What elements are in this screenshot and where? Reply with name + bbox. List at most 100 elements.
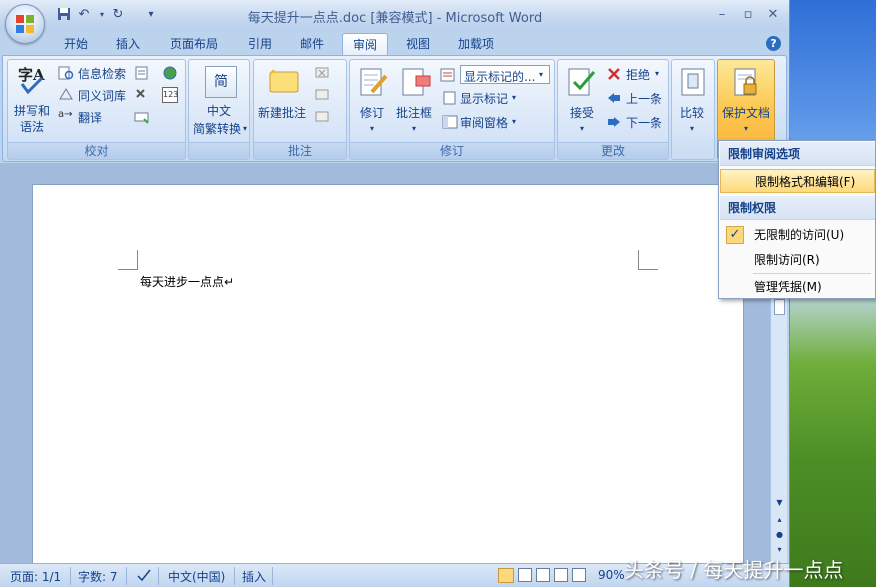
spelling-grammar-icon: 字A bbox=[16, 64, 48, 96]
previous-comment-icon[interactable] bbox=[314, 87, 330, 103]
chinese-dropdown-icon[interactable]: ▾ bbox=[243, 124, 247, 133]
tab-references[interactable]: 引用 bbox=[238, 33, 282, 55]
checkmark-icon: ✓ bbox=[726, 226, 744, 244]
new-comment-button[interactable]: 新建批注 bbox=[258, 104, 306, 121]
group-label-changes: 更改 bbox=[558, 142, 668, 159]
group-label-comments: 批注 bbox=[254, 142, 346, 159]
status-page[interactable]: 页面: 1/1 bbox=[10, 568, 61, 585]
group-label-chinese bbox=[189, 142, 249, 159]
accept-icon bbox=[566, 66, 598, 98]
status-insert-mode[interactable]: 插入 bbox=[242, 568, 266, 585]
svg-text:字A: 字A bbox=[18, 66, 45, 84]
minimize-button[interactable]: – bbox=[712, 6, 732, 24]
protect-document-label: 保护文档 bbox=[722, 106, 771, 120]
display-for-review-value: 显示标记的... bbox=[464, 70, 536, 84]
scrollbar-thumb[interactable] bbox=[774, 299, 785, 315]
previous-change-button[interactable]: 上一条 bbox=[626, 90, 662, 107]
accept-button[interactable]: 接受 bbox=[570, 104, 594, 121]
compare-dropdown-icon[interactable]: ▾ bbox=[690, 124, 694, 133]
status-words[interactable]: 字数: 7 bbox=[78, 568, 118, 585]
group-chinese-conversion: 简 中文 简繁转换 ▾ bbox=[188, 59, 250, 160]
menu-item-manage-credentials[interactable]: 管理凭据(M) bbox=[720, 275, 875, 299]
full-screen-reading-icon[interactable] bbox=[518, 568, 532, 582]
show-markup-icon bbox=[442, 90, 458, 106]
set-language-icon[interactable] bbox=[134, 65, 150, 81]
reject-button[interactable]: 拒绝 bbox=[626, 66, 650, 83]
translate-icon: a→ bbox=[58, 109, 73, 120]
track-changes-dropdown-icon[interactable]: ▾ bbox=[370, 124, 374, 133]
translate-button[interactable]: 翻译 bbox=[78, 109, 102, 126]
proofing-status-icon[interactable] bbox=[136, 568, 152, 585]
previous-page-icon[interactable]: ▴ bbox=[774, 515, 785, 527]
tab-home[interactable]: 开始 bbox=[54, 33, 98, 55]
translation-tip-icon[interactable] bbox=[134, 87, 150, 103]
margin-mark-left bbox=[118, 250, 138, 270]
track-changes-icon bbox=[358, 66, 390, 98]
group-proofing: 字A 拼写和 语法 信息检索 同义词库 a→ 翻译 123 校对 bbox=[7, 59, 186, 160]
accept-dropdown-icon[interactable]: ▾ bbox=[580, 124, 584, 133]
tab-view[interactable]: 视图 bbox=[396, 33, 440, 55]
tab-review[interactable]: 审阅 bbox=[342, 33, 388, 55]
track-changes-button[interactable]: 修订 bbox=[360, 104, 384, 121]
balloons-button[interactable]: 批注框 bbox=[396, 104, 432, 121]
group-label-proofing: 校对 bbox=[8, 142, 185, 159]
menu-divider bbox=[753, 273, 871, 274]
web-layout-icon[interactable] bbox=[536, 568, 550, 582]
menu-item-restricted-access[interactable]: 限制访问(R) bbox=[720, 248, 875, 272]
status-language[interactable]: 中文(中国) bbox=[168, 568, 225, 585]
research-icon bbox=[58, 65, 74, 81]
research-button[interactable]: 信息检索 bbox=[78, 65, 126, 82]
new-comment-icon bbox=[268, 68, 300, 100]
office-button[interactable] bbox=[5, 4, 45, 44]
tab-page-layout[interactable]: 页面布局 bbox=[162, 33, 226, 55]
chevron-down-icon: ▾ bbox=[539, 70, 544, 79]
word-window: ↶ ▾ ↻ ▾ 每天提升一点点.doc [兼容模式] - Microsoft W… bbox=[0, 0, 790, 587]
outline-icon[interactable] bbox=[554, 568, 568, 582]
display-for-review-select[interactable]: 显示标记的... ▾ bbox=[460, 65, 550, 84]
tab-addins[interactable]: 加载项 bbox=[448, 33, 504, 55]
spelling-label-2[interactable]: 语法 bbox=[20, 118, 44, 135]
close-button[interactable]: ✕ bbox=[763, 6, 783, 24]
chinese-label-1[interactable]: 中文 bbox=[207, 102, 231, 119]
display-for-review-icon bbox=[440, 67, 456, 83]
thesaurus-icon bbox=[58, 87, 74, 103]
ime-icon[interactable] bbox=[134, 109, 150, 125]
globe-icon[interactable] bbox=[162, 65, 178, 81]
restore-button[interactable]: ▫ bbox=[738, 6, 758, 24]
thesaurus-button[interactable]: 同义词库 bbox=[78, 87, 126, 104]
menu-item-unrestricted-access[interactable]: ✓ 无限制的访问(U) bbox=[720, 223, 875, 247]
menu-item-unrestricted-label: 无限制的访问(U) bbox=[754, 228, 845, 242]
scroll-down-icon[interactable]: ▼ bbox=[774, 498, 785, 510]
reviewing-pane-button[interactable]: 审阅窗格 bbox=[460, 114, 508, 131]
group-changes: 接受 ▾ 拒绝 ▾ 上一条 下一条 更改 bbox=[557, 59, 669, 160]
reviewing-pane-icon bbox=[442, 114, 458, 130]
delete-comment-icon[interactable] bbox=[314, 65, 330, 81]
spelling-label-1[interactable]: 拼写和 bbox=[14, 102, 50, 119]
document-text[interactable]: 每天进步一点点↵ bbox=[140, 273, 234, 290]
window-title: 每天提升一点点.doc [兼容模式] - Microsoft Word bbox=[247, 11, 543, 26]
show-markup-button[interactable]: 显示标记 bbox=[460, 90, 508, 107]
zoom-level[interactable]: 90% bbox=[598, 568, 625, 582]
select-browse-object-icon[interactable]: ● bbox=[774, 530, 785, 542]
tab-mailings[interactable]: 邮件 bbox=[290, 33, 334, 55]
balloons-dropdown-icon[interactable]: ▾ bbox=[412, 124, 416, 133]
chinese-label-2[interactable]: 简繁转换 bbox=[193, 120, 241, 137]
show-markup-dropdown-icon[interactable]: ▾ bbox=[512, 93, 516, 102]
chinese-conversion-icon: 简 bbox=[205, 66, 237, 98]
group-comments: 新建批注 批注 bbox=[253, 59, 347, 160]
next-change-button[interactable]: 下一条 bbox=[626, 114, 662, 131]
next-comment-icon[interactable] bbox=[314, 109, 330, 125]
menu-item-restrict-formatting[interactable]: 限制格式和编辑(F) bbox=[720, 169, 875, 193]
print-layout-icon[interactable] bbox=[498, 568, 514, 583]
ribbon: 字A 拼写和 语法 信息检索 同义词库 a→ 翻译 123 校对 简 中文 简繁… bbox=[2, 55, 787, 162]
status-separator bbox=[70, 567, 71, 585]
word-count-icon[interactable]: 123 bbox=[162, 87, 178, 103]
reject-dropdown-icon[interactable]: ▾ bbox=[655, 69, 659, 78]
compare-button[interactable]: 比较 bbox=[680, 104, 704, 121]
draft-icon[interactable] bbox=[572, 568, 586, 582]
tab-insert[interactable]: 插入 bbox=[106, 33, 150, 55]
reviewing-pane-dropdown-icon[interactable]: ▾ bbox=[512, 117, 516, 126]
document-page[interactable] bbox=[32, 184, 744, 564]
status-separator bbox=[272, 567, 273, 585]
help-icon[interactable]: ? bbox=[766, 36, 781, 51]
